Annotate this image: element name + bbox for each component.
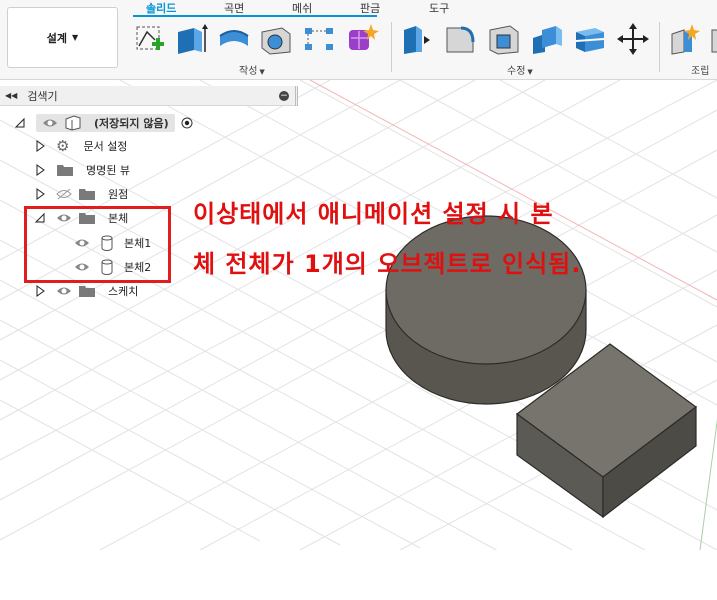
gear-icon: ⚙: [56, 137, 70, 155]
tree-item-document-settings[interactable]: ⚙ 문서 설정: [34, 136, 127, 156]
tree-item-label: 원점: [108, 188, 129, 201]
eye-hidden-icon[interactable]: [56, 188, 72, 200]
pattern-icon[interactable]: [302, 22, 336, 56]
active-radio-icon[interactable]: [181, 117, 193, 129]
revolve-icon[interactable]: [217, 22, 251, 56]
toolbar: 설계 ▼ 솔리드 곡면 메쉬 판금 도구 작성 ▼ 수정 ▼ 조립: [0, 0, 717, 80]
hole-icon[interactable]: [259, 22, 293, 56]
toolbar-divider: [659, 22, 660, 72]
new-sketch-icon[interactable]: [133, 22, 167, 56]
press-pull-icon[interactable]: [400, 22, 434, 56]
folder-icon: [57, 165, 73, 176]
fillet-icon[interactable]: [443, 22, 477, 56]
tab-surface[interactable]: 곡면: [224, 0, 244, 16]
tab-sheet-metal[interactable]: 판금: [360, 0, 380, 16]
collapse-panel-icon[interactable]: ◀◀: [5, 91, 17, 100]
tree-item-label: 스케치: [108, 285, 139, 298]
create-group-label[interactable]: 작성 ▼: [239, 62, 265, 77]
toolbar-divider: [391, 22, 392, 72]
eye-icon[interactable]: [56, 285, 72, 297]
extrude-icon[interactable]: [174, 22, 208, 56]
browser-panel-header: ◀◀ 검색기 −: [0, 86, 298, 106]
tree-root-row[interactable]: (저장되지 않음): [14, 113, 193, 133]
chevron-down-icon: ▼: [259, 68, 265, 76]
tree-item-label: 문서 설정: [83, 140, 128, 153]
collapsed-triangle-icon[interactable]: [34, 285, 46, 297]
active-tab-indicator: [133, 15, 377, 17]
split-body-icon[interactable]: [573, 22, 607, 56]
tab-solid[interactable]: 솔리드: [146, 0, 176, 16]
folder-icon: [79, 189, 95, 200]
annotation-line-2: 체 전체가 1개의 오브젝트로 인식됨.: [193, 250, 582, 278]
tree-item-origin[interactable]: 원점: [34, 184, 128, 204]
joint-icon[interactable]: [710, 22, 717, 56]
document-icon: [65, 115, 81, 131]
root-node[interactable]: (저장되지 않음): [36, 114, 175, 132]
annotation-line-1: 이상태에서 애니메이션 설정 시 본: [193, 200, 554, 228]
design-workspace-button[interactable]: 설계 ▼: [7, 7, 118, 68]
combine-icon[interactable]: [530, 22, 564, 56]
create-form-icon[interactable]: [345, 22, 379, 56]
shell-icon[interactable]: [487, 22, 521, 56]
highlight-box: [24, 206, 171, 283]
expanded-triangle-icon[interactable]: [14, 117, 26, 129]
folder-icon: [79, 286, 95, 297]
tree-item-sketches[interactable]: 스케치: [34, 281, 138, 301]
chevron-down-icon: ▼: [72, 33, 79, 42]
tab-tools[interactable]: 도구: [429, 0, 449, 16]
browser-title: 검색기: [27, 89, 58, 103]
collapsed-triangle-icon[interactable]: [34, 188, 46, 200]
minimize-panel-icon[interactable]: −: [279, 91, 289, 101]
tree-item-label: 명명된 뷰: [86, 164, 130, 177]
tree-item-named-views[interactable]: 명명된 뷰: [34, 160, 130, 180]
collapsed-triangle-icon[interactable]: [34, 164, 46, 176]
chevron-down-icon: ▼: [527, 68, 533, 76]
assemble-group-label[interactable]: 조립: [691, 62, 709, 77]
root-label: (저장되지 않음): [94, 117, 169, 130]
modify-group-label[interactable]: 수정 ▼: [507, 62, 533, 77]
new-component-icon[interactable]: [668, 22, 702, 56]
tab-mesh[interactable]: 메쉬: [292, 0, 312, 16]
collapsed-triangle-icon[interactable]: [34, 140, 46, 152]
move-icon[interactable]: [616, 22, 650, 56]
eye-icon[interactable]: [42, 117, 58, 129]
design-label: 설계: [46, 31, 68, 45]
panel-resize-handle[interactable]: [295, 86, 298, 106]
